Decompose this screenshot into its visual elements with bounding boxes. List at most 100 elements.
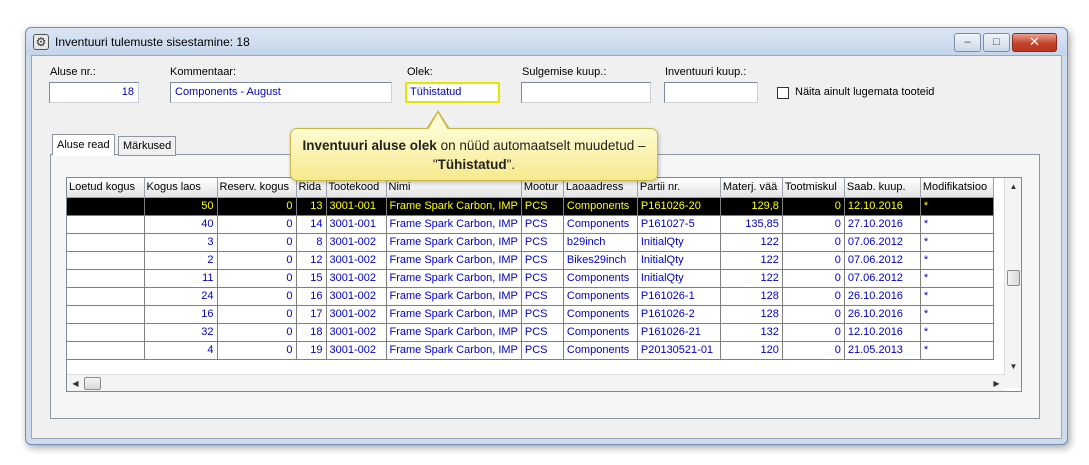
table-cell[interactable]: 07.06.2012 [844, 233, 921, 252]
naita-ainult-checkbox[interactable] [777, 87, 789, 99]
table-cell[interactable]: 2 [144, 251, 218, 270]
table-cell[interactable]: Frame Spark Carbon, IMP [386, 197, 522, 216]
table-cell[interactable]: 50 [144, 197, 218, 216]
table-cell[interactable]: * [920, 287, 994, 306]
scroll-left-icon[interactable]: ◀ [67, 375, 84, 391]
table-cell[interactable]: 8 [296, 233, 327, 252]
table-cell[interactable]: 26.10.2016 [844, 305, 921, 324]
table-row[interactable]: 16 0 17 3001-002 Frame Spark Carbon, IMP PCS C… [67, 305, 994, 324]
table-cell[interactable]: Components [563, 323, 638, 342]
minimize-button[interactable]: – [954, 33, 981, 52]
table-cell[interactable]: 12 [296, 251, 327, 270]
table-cell[interactable]: 3001-002 [326, 323, 387, 342]
table-cell[interactable]: Components [563, 305, 638, 324]
table-cell[interactable]: 07.06.2012 [844, 251, 921, 270]
table-cell[interactable]: 129,8 [720, 197, 783, 216]
table-cell[interactable]: P161026-1 [637, 287, 721, 306]
table-cell[interactable]: Frame Spark Carbon, IMP [386, 269, 522, 288]
table-cell[interactable] [67, 215, 145, 234]
table-cell[interactable]: InitialQty [637, 233, 721, 252]
table-cell[interactable]: 3001-001 [326, 197, 387, 216]
scroll-right-icon[interactable]: ▶ [988, 375, 1005, 391]
table-cell[interactable]: 122 [720, 233, 783, 252]
table-cell[interactable]: 135,85 [720, 215, 783, 234]
table-cell[interactable] [67, 305, 145, 324]
table-cell[interactable]: 11 [144, 269, 218, 288]
table-cell[interactable]: 0 [217, 323, 297, 342]
table-cell[interactable]: * [920, 251, 994, 270]
table-row[interactable]: 11 0 15 3001-002 Frame Spark Carbon, IMP PCS C… [67, 269, 994, 288]
table-cell[interactable]: 0 [217, 215, 297, 234]
table-cell[interactable]: InitialQty [637, 251, 721, 270]
table-cell[interactable]: 32 [144, 323, 218, 342]
table-cell[interactable]: 3001-002 [326, 341, 387, 360]
table-cell[interactable]: 3001-002 [326, 233, 387, 252]
table-cell[interactable]: PCS [521, 233, 564, 252]
table-cell[interactable]: P161026-20 [637, 197, 721, 216]
table-cell[interactable]: 18 [296, 323, 327, 342]
table-cell[interactable]: Frame Spark Carbon, IMP [386, 215, 522, 234]
table-cell[interactable]: 26.10.2016 [844, 287, 921, 306]
column-header[interactable]: Tootmiskul [782, 178, 845, 198]
horizontal-scrollbar[interactable]: ◀ ▶ [67, 374, 1005, 391]
table-cell[interactable]: 128 [720, 287, 783, 306]
table-cell[interactable]: 0 [782, 323, 845, 342]
table-cell[interactable]: 16 [144, 305, 218, 324]
vertical-scrollbar[interactable]: ▲ ▼ [1004, 178, 1021, 388]
table-row[interactable]: 24 0 16 3001-002 Frame Spark Carbon, IMP PCS C… [67, 287, 994, 306]
table-cell[interactable]: b29inch [563, 233, 638, 252]
table-cell[interactable]: 0 [782, 251, 845, 270]
app-icon[interactable]: ⚙ [33, 34, 49, 50]
table-cell[interactable]: 0 [217, 341, 297, 360]
table-cell[interactable]: Frame Spark Carbon, IMP [386, 323, 522, 342]
table-cell[interactable] [67, 269, 145, 288]
table-cell[interactable]: * [920, 323, 994, 342]
table-cell[interactable]: InitialQty [637, 269, 721, 288]
table-cell[interactable]: 128 [720, 305, 783, 324]
scroll-down-icon[interactable]: ▼ [1005, 358, 1021, 375]
table-cell[interactable]: P161026-21 [637, 323, 721, 342]
table-cell[interactable]: PCS [521, 287, 564, 306]
column-header[interactable]: Saab. kuup. [844, 178, 921, 198]
table-cell[interactable]: 27.10.2016 [844, 215, 921, 234]
table-cell[interactable]: PCS [521, 197, 564, 216]
table-cell[interactable]: 0 [782, 269, 845, 288]
column-header[interactable]: Kogus laos [144, 178, 218, 198]
table-cell[interactable]: 3 [144, 233, 218, 252]
sulgemise-kuup-field[interactable] [521, 82, 651, 103]
table-cell[interactable]: 0 [217, 287, 297, 306]
table-cell[interactable]: 14 [296, 215, 327, 234]
table-cell[interactable]: 3001-002 [326, 287, 387, 306]
title-bar[interactable]: ⚙ Inventuuri tulemuste sisestamine: 18 –… [26, 28, 1067, 56]
table-cell[interactable]: 24 [144, 287, 218, 306]
table-row[interactable]: 50 0 13 3001-001 Frame Spark Carbon, IMP PCS C… [67, 197, 994, 216]
table-cell[interactable] [67, 197, 145, 216]
table-cell[interactable]: 122 [720, 269, 783, 288]
table-cell[interactable]: PCS [521, 341, 564, 360]
maximize-button[interactable]: □ [983, 33, 1010, 52]
table-cell[interactable]: * [920, 233, 994, 252]
table-cell[interactable]: Components [563, 197, 638, 216]
close-button[interactable]: ✕ [1012, 33, 1057, 52]
table-cell[interactable]: Components [563, 215, 638, 234]
horizontal-scroll-thumb[interactable] [84, 377, 101, 390]
table-cell[interactable]: 0 [217, 269, 297, 288]
table-cell[interactable] [67, 251, 145, 270]
inventuuri-kuup-field[interactable] [664, 82, 758, 103]
inventory-grid[interactable]: Loetud kogus Kogus laos Reserv. kogus Rida T… [66, 177, 1022, 392]
table-cell[interactable]: 13 [296, 197, 327, 216]
table-cell[interactable]: P161027-5 [637, 215, 721, 234]
column-header[interactable]: Modifikatsioo [920, 178, 994, 198]
table-cell[interactable]: 17 [296, 305, 327, 324]
table-cell[interactable]: Frame Spark Carbon, IMP [386, 251, 522, 270]
table-cell[interactable]: * [920, 341, 994, 360]
table-cell[interactable] [67, 341, 145, 360]
table-cell[interactable]: 0 [217, 305, 297, 324]
table-cell[interactable]: 3001-002 [326, 251, 387, 270]
table-row[interactable]: 32 0 18 3001-002 Frame Spark Carbon, IMP PCS C… [67, 323, 994, 342]
table-cell[interactable]: 15 [296, 269, 327, 288]
table-cell[interactable]: 16 [296, 287, 327, 306]
table-cell[interactable]: 0 [217, 197, 297, 216]
table-cell[interactable]: Components [563, 287, 638, 306]
scroll-up-icon[interactable]: ▲ [1005, 178, 1021, 195]
